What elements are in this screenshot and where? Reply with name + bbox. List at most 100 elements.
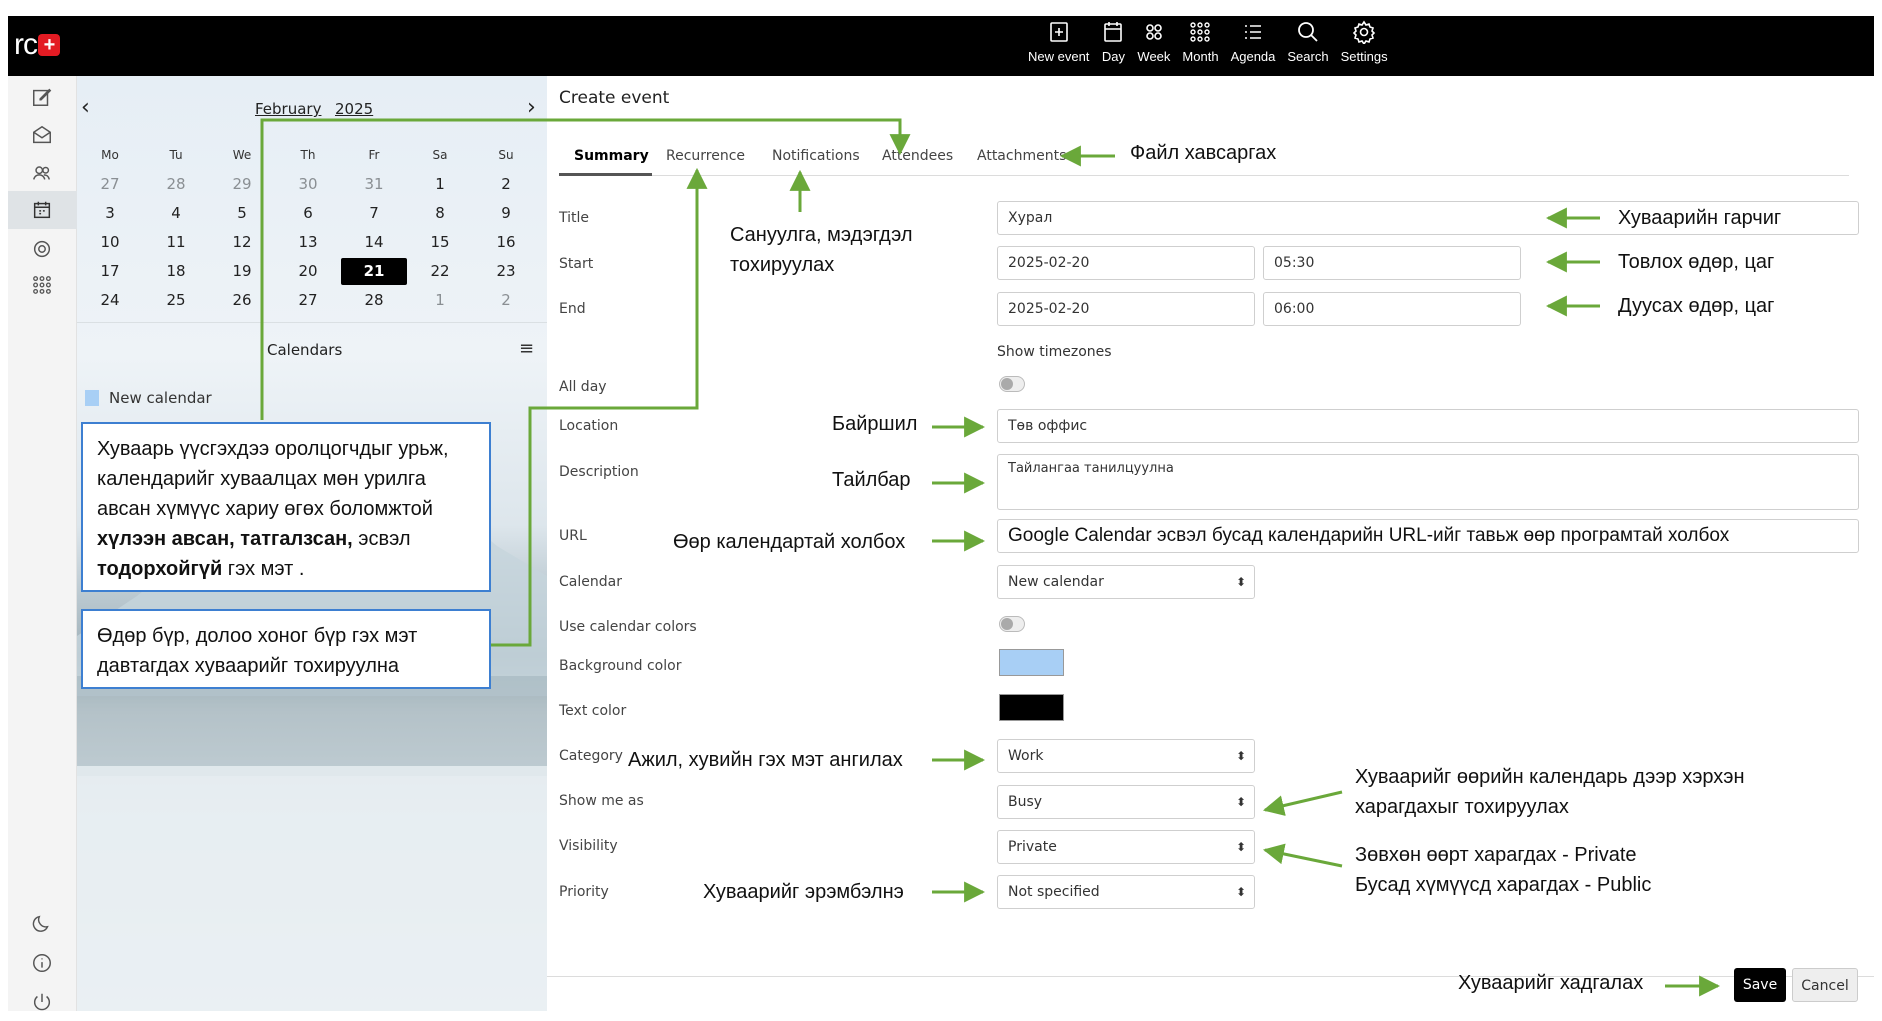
calendar-day[interactable]: 12 (209, 229, 275, 256)
settings-button[interactable]: Settings (1341, 20, 1388, 64)
calendar-day[interactable]: 5 (209, 200, 275, 227)
calendar-day[interactable]: 2 (473, 287, 539, 314)
start-time-input[interactable]: 05:30 (1263, 246, 1521, 280)
background-color-label: Background color (559, 658, 682, 674)
calendar-day[interactable]: 24 (77, 287, 143, 314)
tab-attendees[interactable]: Attendees (882, 148, 953, 164)
calendar-list-item[interactable]: New calendar (85, 389, 212, 407)
week-view-button[interactable]: Week (1137, 20, 1170, 64)
calendar-day[interactable]: 29 (209, 171, 275, 198)
calendar-day[interactable]: 11 (143, 229, 209, 256)
weekday-row: Mo Tu We Th Fr Sa Su (77, 142, 547, 171)
calendar-day[interactable]: 10 (77, 229, 143, 256)
annotation-start: Товлох өдөр, цаг (1618, 251, 1775, 273)
recurrence-note: Өдөр бүр, долоо хоног бүр гэх мэт давтаг… (81, 609, 491, 689)
category-select[interactable]: Work (997, 739, 1255, 773)
power-icon[interactable] (29, 989, 55, 1015)
text-color-picker[interactable] (999, 694, 1064, 721)
calendar-day[interactable]: 19 (209, 258, 275, 285)
settings-icon[interactable] (29, 236, 55, 262)
start-date-input[interactable]: 2025-02-20 (997, 246, 1255, 280)
tab-notifications[interactable]: Notifications (772, 148, 860, 164)
divider (77, 322, 547, 323)
grid9-icon (1190, 22, 1211, 42)
mail-icon[interactable] (29, 122, 55, 148)
month-selector[interactable]: February (255, 100, 321, 118)
calendar-day[interactable]: 22 (407, 258, 473, 285)
calendar-day[interactable]: 28 (143, 171, 209, 198)
calendar-day[interactable]: 17 (77, 258, 143, 285)
calendar-day[interactable]: 6 (275, 200, 341, 227)
calendar-day[interactable]: 1 (407, 171, 473, 198)
tab-attachments[interactable]: Attachments (977, 148, 1066, 164)
calendar-day[interactable]: 15 (407, 229, 473, 256)
tab-recurrence[interactable]: Recurrence (666, 148, 745, 164)
app-logo[interactable]: rc + (14, 28, 60, 62)
priority-select[interactable]: Not specified (997, 875, 1255, 909)
calendar-day[interactable]: 30 (275, 171, 341, 198)
visibility-label: Visibility (559, 838, 618, 854)
new-event-button[interactable]: New event (1028, 20, 1089, 64)
save-button[interactable]: Save (1734, 968, 1786, 1002)
calendar-day[interactable]: 25 (143, 287, 209, 314)
end-date-input[interactable]: 2025-02-20 (997, 292, 1255, 326)
url-input[interactable]: Google Calendar эсвэл бусад календарийн … (997, 519, 1859, 553)
calendar-day[interactable]: 14 (341, 229, 407, 256)
all-day-label: All day (559, 379, 607, 395)
prev-month-button[interactable]: ‹ (81, 96, 90, 120)
use-calendar-colors-toggle[interactable] (999, 616, 1025, 632)
visibility-select[interactable]: Private (997, 830, 1255, 864)
end-time-input[interactable]: 06:00 (1263, 292, 1521, 326)
all-day-toggle[interactable] (999, 376, 1025, 392)
apps-icon[interactable] (29, 272, 55, 298)
calendars-menu-icon[interactable]: ≡ (519, 338, 534, 359)
annotation-show-me-as-line1: Хуваарийг өөрийн календарь дээр хэрхэн (1355, 766, 1745, 788)
calendar-day[interactable]: 20 (275, 258, 341, 285)
compose-icon[interactable] (29, 84, 55, 110)
annotation-notifications-line2: тохируулах (730, 254, 835, 276)
calendar-day[interactable]: 21 (341, 258, 407, 285)
calendar-day[interactable]: 27 (275, 287, 341, 314)
year-selector[interactable]: 2025 (335, 100, 373, 118)
calendar-day[interactable]: 16 (473, 229, 539, 256)
location-input[interactable]: Төв оффис (997, 409, 1859, 443)
calendar-day[interactable]: 2 (473, 171, 539, 198)
tab-summary[interactable]: Summary (574, 148, 649, 164)
calendar-day[interactable]: 31 (341, 171, 407, 198)
calendars-heading: Calendars (267, 341, 343, 359)
category-label: Category (559, 748, 623, 764)
calendar-day[interactable]: 23 (473, 258, 539, 285)
info-icon[interactable] (29, 950, 55, 976)
calendar-day[interactable]: 3 (77, 200, 143, 227)
search-button[interactable]: Search (1287, 20, 1329, 64)
description-textarea[interactable]: Тайлангаа танилцуулна (997, 454, 1859, 510)
calendar-day[interactable]: 27 (77, 171, 143, 198)
show-timezones-link[interactable]: Show timezones (997, 344, 1112, 360)
background-color-picker[interactable] (999, 649, 1064, 676)
calendar-color-swatch (85, 390, 99, 406)
moon-icon[interactable] (29, 911, 55, 937)
show-me-as-select[interactable]: Busy (997, 785, 1255, 819)
next-month-button[interactable]: › (527, 96, 536, 120)
calendar-day[interactable]: 13 (275, 229, 341, 256)
month-view-button[interactable]: Month (1182, 20, 1219, 64)
calendar-day[interactable]: 18 (143, 258, 209, 285)
calendar-icon (1104, 22, 1123, 42)
calendar-day[interactable]: 26 (209, 287, 275, 314)
day-view-button[interactable]: Day (1101, 20, 1125, 64)
annotation-description: Тайлбар (832, 469, 911, 491)
calendar-select[interactable]: New calendar (997, 565, 1255, 599)
footer-divider (547, 976, 1874, 977)
calendar-day[interactable]: 4 (143, 200, 209, 227)
calendar-day[interactable]: 9 (473, 200, 539, 227)
calendar-icon[interactable] (29, 197, 55, 223)
contacts-icon[interactable] (29, 160, 55, 186)
annotation-location: Байршил (832, 413, 918, 435)
text-color-label: Text color (559, 703, 627, 719)
calendar-day[interactable]: 7 (341, 200, 407, 227)
cancel-button[interactable]: Cancel (1792, 968, 1858, 1002)
calendar-day[interactable]: 1 (407, 287, 473, 314)
agenda-view-button[interactable]: Agenda (1231, 20, 1275, 64)
calendar-day[interactable]: 28 (341, 287, 407, 314)
calendar-day[interactable]: 8 (407, 200, 473, 227)
